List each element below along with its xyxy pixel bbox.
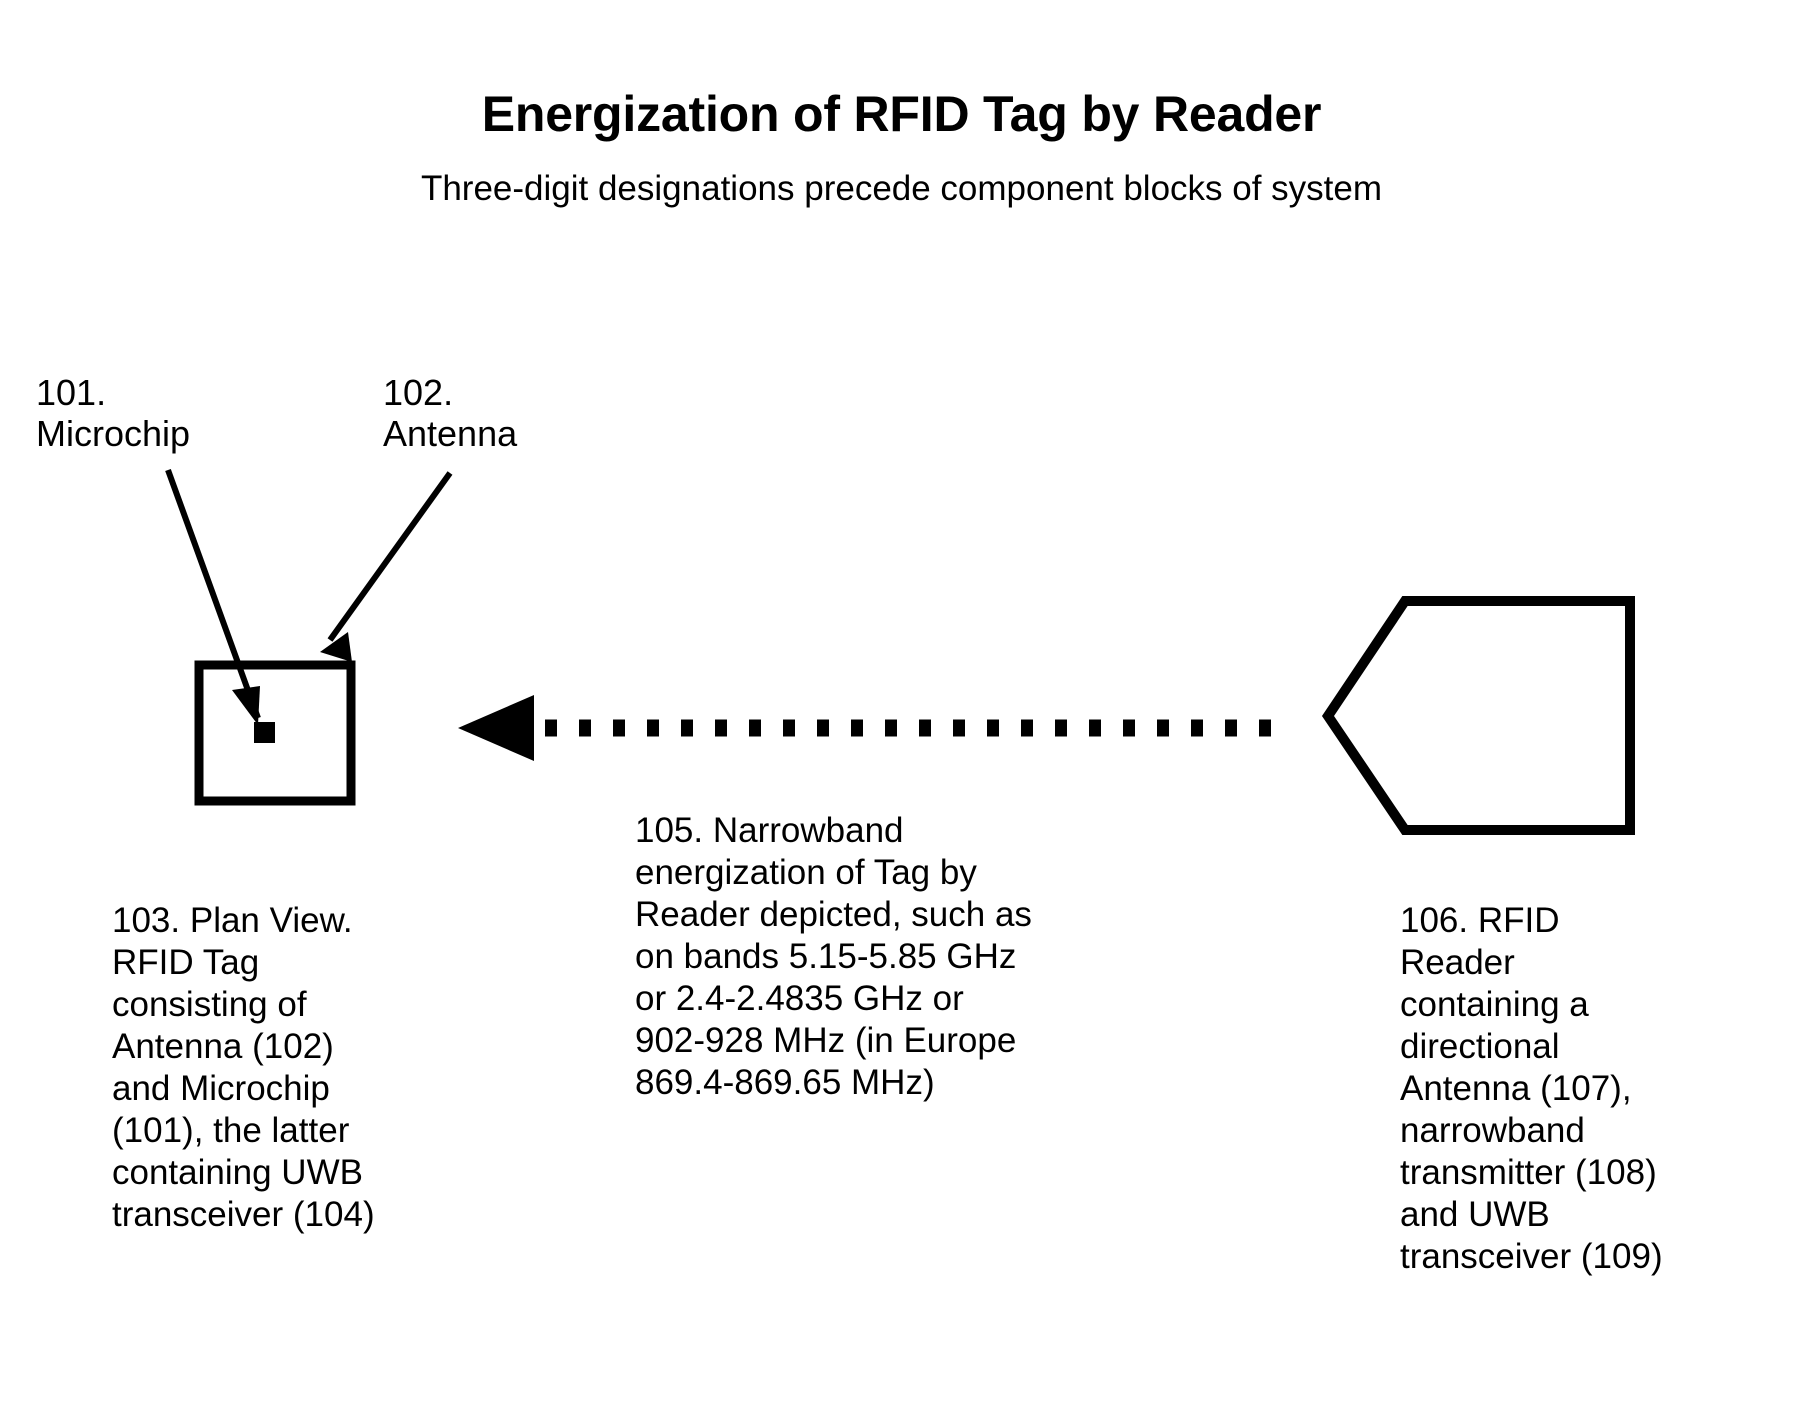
tag-description-text: 103. Plan View. RFID Tag consisting of A… [112, 901, 375, 1234]
narrowband-signal-arrow [458, 695, 1278, 761]
page-subtitle: Three-digit designations precede compone… [420, 169, 1383, 208]
diagram-page: Energization of RFID Tag by Reader Three… [0, 0, 1803, 1411]
antenna-callout-label: 102. Antenna [383, 372, 518, 454]
microchip-square [254, 722, 275, 743]
antenna-leader-arrow [320, 471, 453, 662]
signal-description-text: 105. Narrowband energization of Tag by R… [635, 811, 1032, 1102]
microchip-leader-arrow [165, 468, 261, 725]
microchip-callout-label: 101. Microchip [36, 372, 191, 454]
page-title: Energization of RFID Tag by Reader [481, 86, 1322, 142]
rfid-tag-plan-view-box [194, 660, 356, 806]
rfid-reader-shape [1321, 596, 1635, 835]
reader-description-text: 106. RFID Reader containing a directiona… [1400, 901, 1663, 1276]
